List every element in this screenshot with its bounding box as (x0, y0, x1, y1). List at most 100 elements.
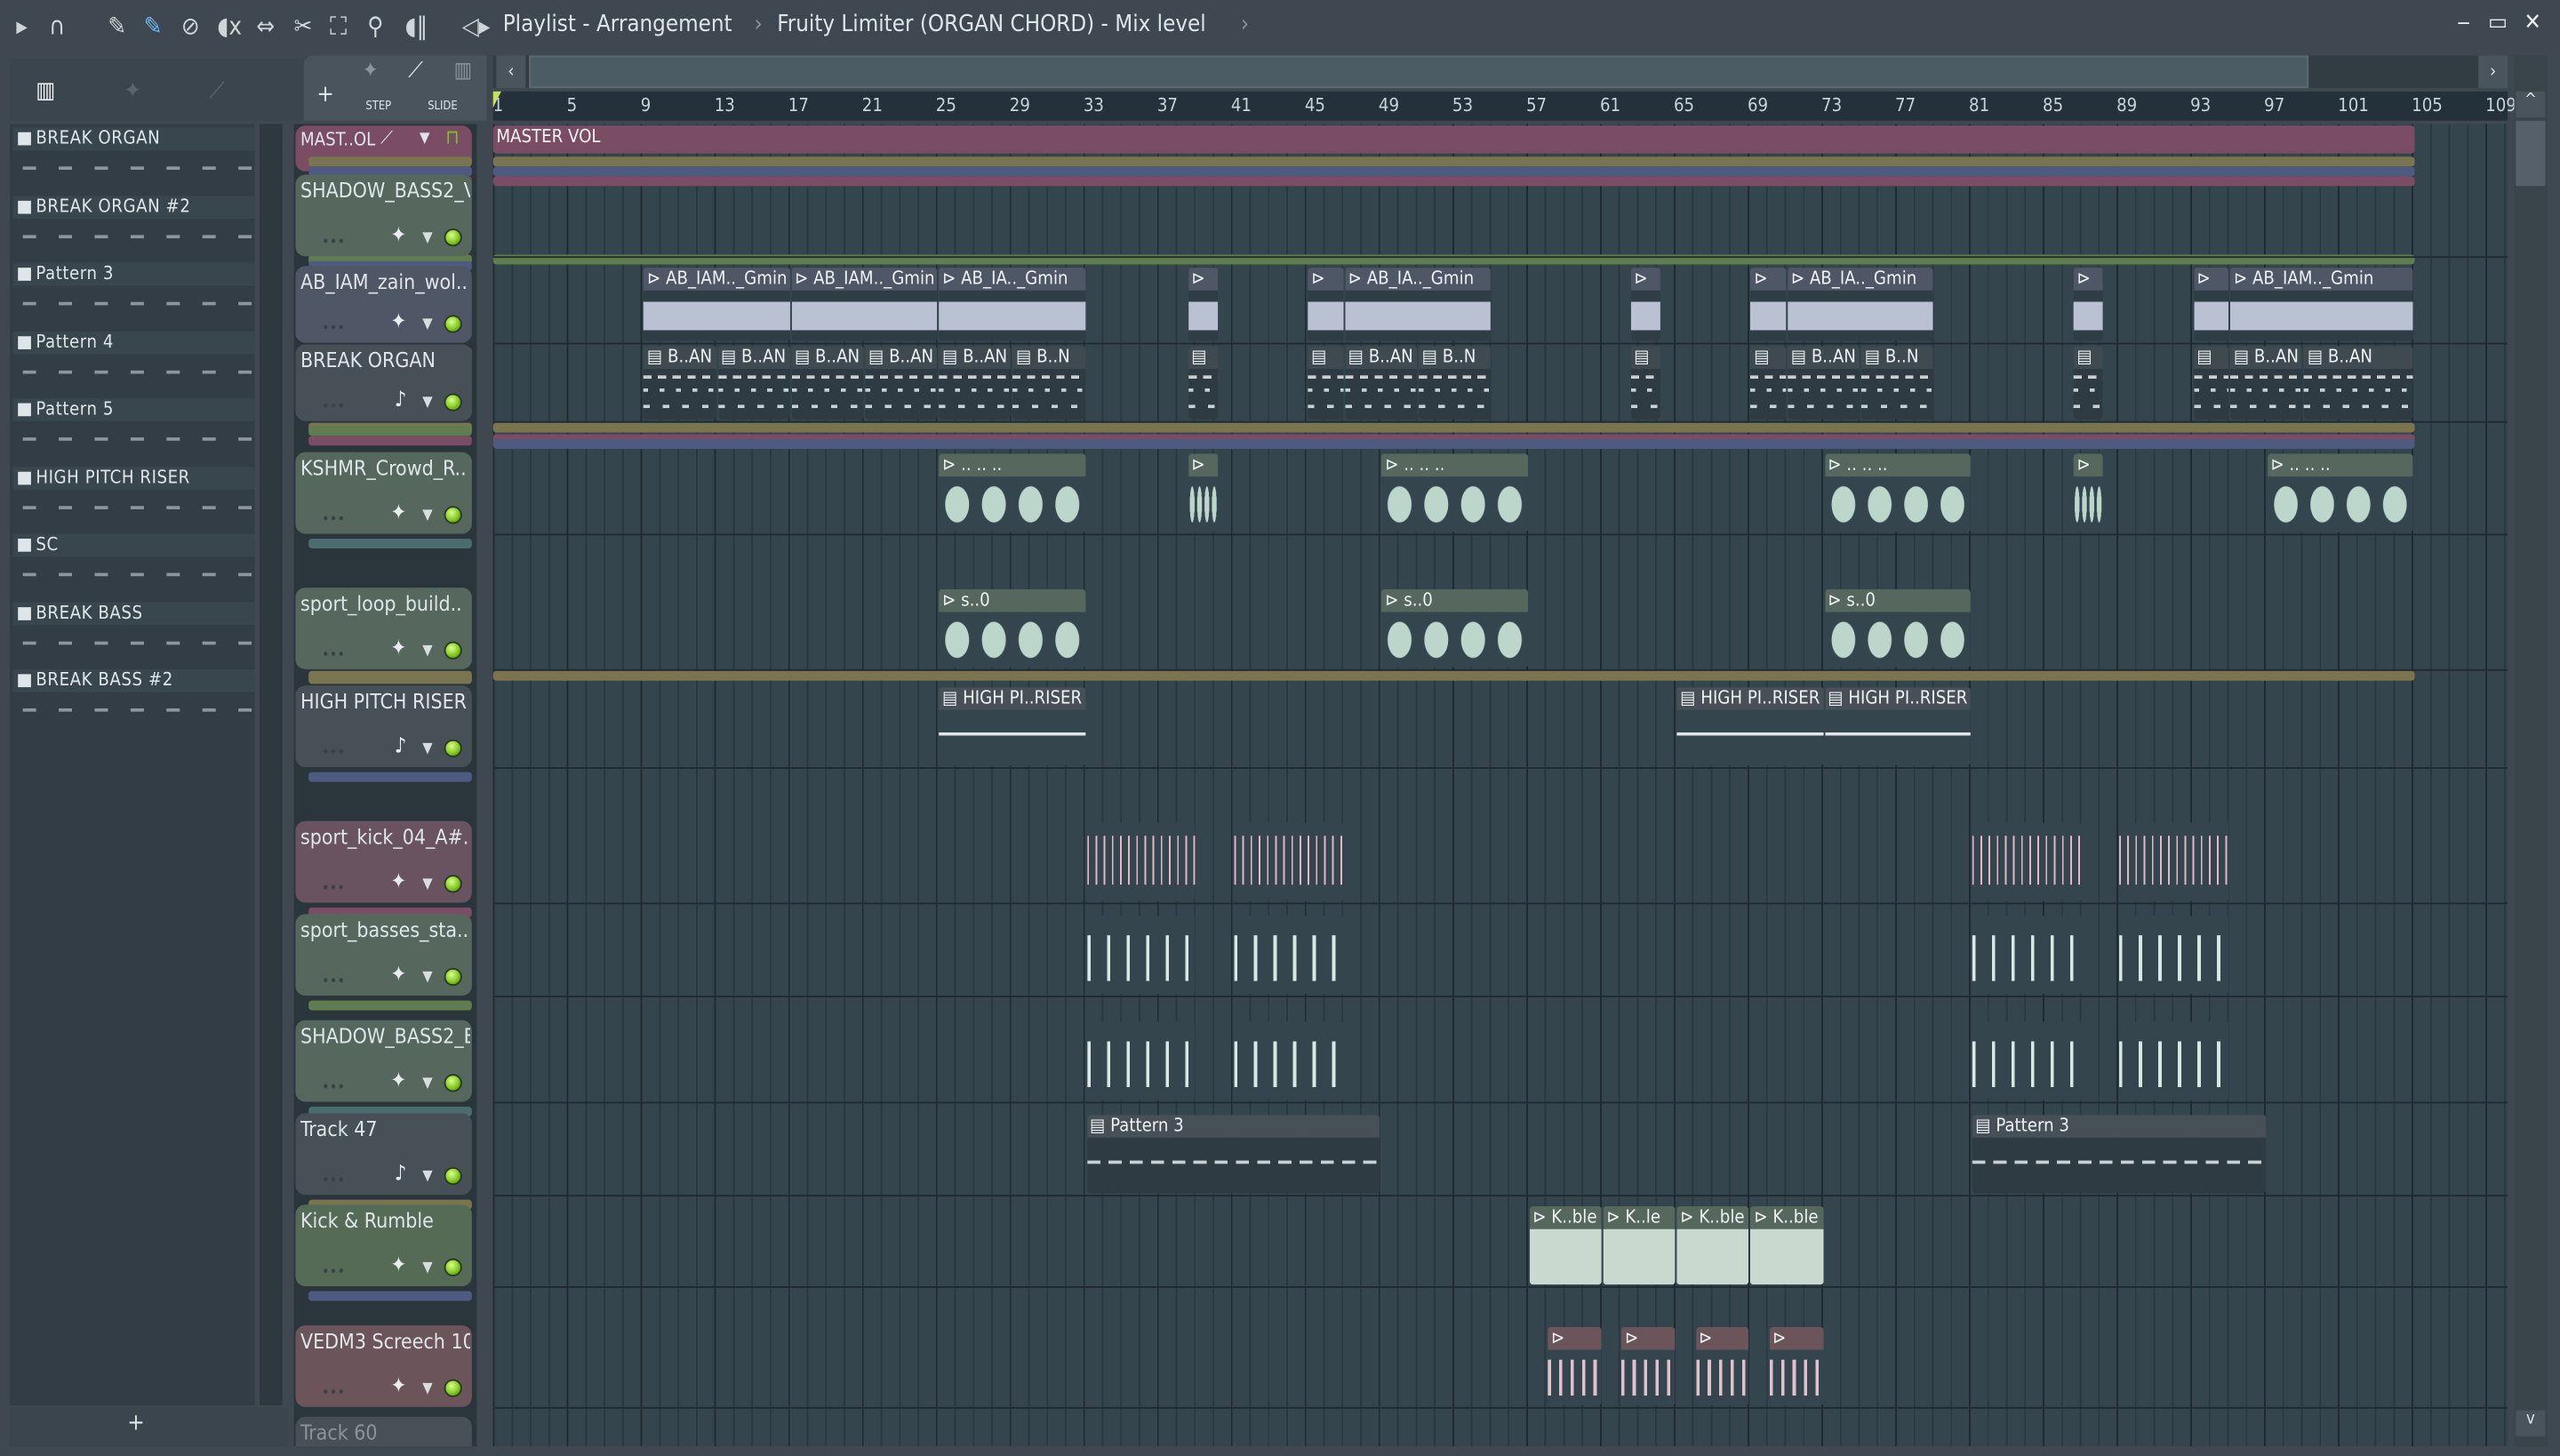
clip-notes[interactable]: ▤ (1750, 346, 1787, 420)
clip-kick[interactable] (1972, 822, 2082, 901)
clip-bass[interactable] (2119, 916, 2229, 995)
zoom-icon[interactable]: ⚲ (367, 12, 383, 41)
clip-bass[interactable] (1234, 1021, 1344, 1100)
automation-lane[interactable] (308, 426, 472, 436)
clip-crowd[interactable]: ⊳ .. .. .. (939, 453, 1085, 532)
minimize-button[interactable]: ‒ (2457, 10, 2470, 36)
track-header[interactable]: sport_kick_04_A#.. ••• ✦ ▼ (295, 820, 472, 903)
playlist-overview[interactable]: ‹ › (492, 55, 2508, 89)
clip-notes[interactable]: ▤ B..AN (644, 346, 716, 420)
track-options-icon[interactable]: ••• (322, 235, 345, 251)
breadcrumb-playlist[interactable]: Playlist - Arrangement (503, 12, 732, 37)
track-options-icon[interactable]: ••• (322, 882, 345, 898)
track-options-icon[interactable]: ••• (322, 400, 345, 416)
speaker-icon[interactable]: ◁▸ (462, 12, 491, 41)
clip-riser[interactable]: ▤ HIGH PI..RISER (1676, 687, 1823, 766)
lock-icon[interactable]: ⊓ (445, 125, 459, 148)
automation-lane[interactable] (308, 674, 472, 684)
track-header[interactable]: AB_IAM_zain_wol.. ••• ✦ ▼ (295, 266, 472, 343)
clip-wave[interactable]: ⊳ (1630, 268, 1661, 341)
clip-notes[interactable]: ▤ (1188, 346, 1219, 420)
automation-lane[interactable] (492, 438, 2415, 449)
clip-kick[interactable] (1234, 822, 1344, 901)
clip-notes[interactable]: ▤ B..AN (1345, 346, 1418, 420)
track-enable-led[interactable] (444, 641, 462, 660)
track-enable-led[interactable] (444, 506, 462, 524)
clip-riser[interactable]: ▤ HIGH PI..RISER (939, 687, 1085, 766)
clip-wave[interactable]: ⊳ AB_IA.._Gmin (939, 268, 1085, 341)
track-header[interactable]: KSHMR_Crowd_R.. ••• ✦ ▼ (295, 452, 472, 534)
clip-notes[interactable]: ▤ (2073, 346, 2104, 420)
clip-wave[interactable]: ⊳ (1750, 268, 1787, 341)
audio-wave-icon[interactable]: ✦ (124, 78, 141, 104)
track-header[interactable]: Kick & Rumble ••• ✦ ▼ (295, 1204, 472, 1287)
automation-lane[interactable] (308, 156, 472, 167)
chevron-down-icon[interactable]: ▼ (422, 644, 432, 660)
clip-wave[interactable]: ⊳ AB_IAM.._Gmin (791, 268, 938, 341)
track-enable-led[interactable] (444, 1379, 462, 1397)
automation-lane[interactable] (492, 176, 2415, 187)
pattern-item[interactable]: BREAK ORGAN (12, 127, 255, 192)
track-enable-led[interactable] (444, 1258, 462, 1276)
clip-bass[interactable] (1086, 1021, 1196, 1100)
piano-icon[interactable]: ▥ (36, 78, 55, 104)
track-header[interactable]: Track 47 ••• ♪ ▼ (295, 1113, 472, 1196)
track-header[interactable]: VEDM3 Screech 10 ••• ✦ ▼ (295, 1325, 472, 1407)
scroll-left-button[interactable]: ‹ (496, 55, 526, 89)
automation-lane[interactable] (308, 538, 472, 548)
clip-crowd[interactable]: ⊳ (1188, 453, 1219, 532)
clip-wave[interactable]: ⊳ AB_IAM.._Gmin (644, 268, 790, 341)
track-options-icon[interactable]: ••• (322, 513, 345, 529)
clip-kickr[interactable]: ⊳ K..le (1603, 1206, 1676, 1285)
pattern-item[interactable]: Pattern 3 (12, 262, 255, 328)
chevron-down-icon[interactable]: ▼ (422, 1076, 432, 1092)
clip-notes[interactable]: ▤ B..N (1861, 346, 1934, 420)
track-header[interactable]: HIGH PITCH RISER ••• ♪ ▼ (295, 685, 472, 768)
clip-wave[interactable]: ⊳ (1308, 268, 1344, 341)
clip-crowd[interactable]: ⊳ .. .. .. (1824, 453, 1971, 532)
track-options-icon[interactable]: ••• (322, 648, 345, 664)
automation-lane[interactable] (308, 772, 472, 782)
track-header[interactable]: BREAK ORGAN ••• ♪ ▼ (295, 344, 472, 421)
clip-crowd[interactable]: ⊳ s..0 (1824, 588, 1971, 668)
playhead-marker[interactable] (492, 91, 501, 108)
overview-viewport[interactable] (529, 55, 2309, 89)
clip-wave[interactable]: ⊳ AB_IA.._Gmin (1788, 268, 1934, 341)
track-options-icon[interactable]: ••• (322, 1386, 345, 1402)
clip-wave[interactable]: ⊳ AB_IA.._Gmin (1345, 268, 1492, 341)
piano-icon[interactable]: ▥ (454, 59, 472, 84)
pattern-item[interactable]: Pattern 5 (12, 398, 255, 463)
automation-lane[interactable] (492, 166, 2415, 177)
clip-notes[interactable]: ▤ B..AN (2230, 346, 2303, 420)
clip-notes[interactable]: ▤ B..N (1419, 346, 1492, 420)
clip-crowd[interactable]: ⊳ s..0 (1381, 588, 1528, 668)
vertical-scrollbar[interactable]: ^ v (2514, 55, 2548, 1446)
track-enable-led[interactable] (444, 315, 462, 333)
audio-wave-icon[interactable]: ✦ (363, 59, 379, 84)
chevron-down-icon[interactable]: ▼ (422, 1260, 432, 1276)
add-pattern-button[interactable]: + (127, 1411, 144, 1436)
clip-notes[interactable]: ▤ B..AN (791, 346, 864, 420)
clip-kickr[interactable]: ⊳ K..ble (1750, 1206, 1823, 1285)
automation-lane[interactable] (492, 422, 2415, 433)
select-icon[interactable]: ⛶ (330, 12, 347, 41)
arrangement-grid[interactable]: MASTER VOL ⊳ AB_IAM.._Gmin ⊳ AB_IAM.._Gmin… (492, 124, 2508, 1446)
automation-lane[interactable] (492, 670, 2415, 681)
track-header[interactable]: SHADOW_BASS2_V.. ••• ✦ ▼ (295, 174, 472, 257)
track-enable-led[interactable] (444, 228, 462, 247)
clip-notes[interactable]: ▤ B..AN (865, 346, 938, 420)
chevron-down-icon[interactable]: ▼ (422, 1381, 432, 1397)
clip-kick[interactable] (2119, 822, 2229, 901)
clip-notes[interactable]: ▤ B..AN (939, 346, 1012, 420)
clip-notes[interactable]: ▤ (1630, 346, 1661, 420)
chevron-down-icon[interactable]: ▼ (422, 395, 432, 411)
scroll-right-button[interactable]: › (2478, 55, 2508, 89)
track-enable-led[interactable] (444, 967, 462, 987)
clip-bass[interactable] (1234, 916, 1344, 995)
maximize-button[interactable]: ▭ (2488, 10, 2508, 36)
clip-pattern[interactable]: ▤ Pattern 3 (1972, 1115, 2266, 1194)
clip-riser[interactable]: ▤ HIGH PI..RISER (1824, 687, 1971, 766)
track-header[interactable]: sport_loop_build.. ••• ✦ ▼ (295, 588, 472, 669)
close-button[interactable]: ✕ (2524, 10, 2541, 36)
track-enable-led[interactable] (444, 875, 462, 893)
